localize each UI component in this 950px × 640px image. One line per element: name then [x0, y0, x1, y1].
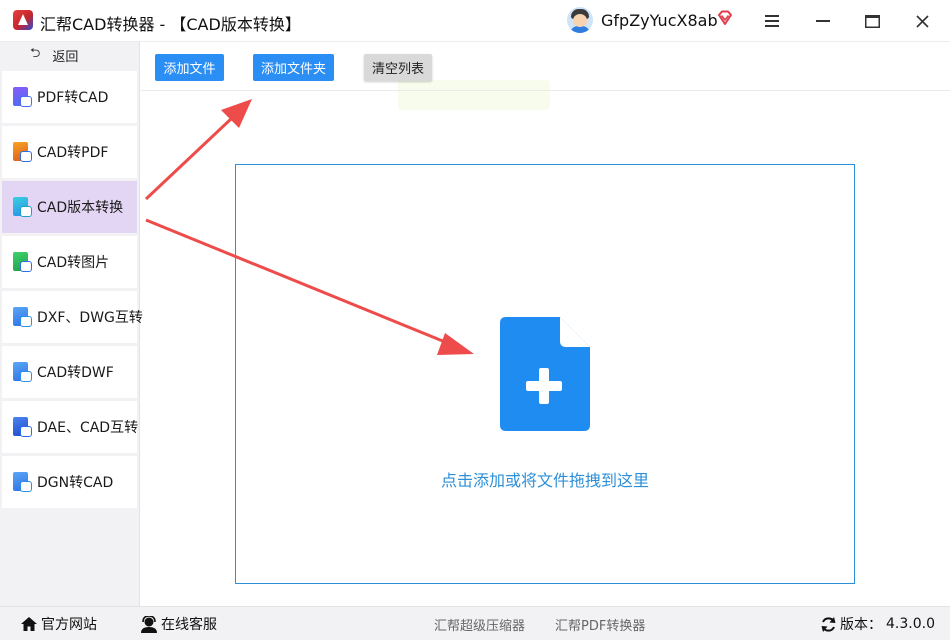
sidebar-item-label: PDF转CAD: [37, 90, 109, 106]
maximize-button[interactable]: [859, 8, 885, 34]
close-icon: [915, 14, 929, 28]
refresh-icon: [821, 616, 836, 632]
online-support-label: 在线客服: [161, 617, 217, 633]
pdf-converter-app-link[interactable]: 汇帮PDF转换器: [555, 607, 645, 640]
window-title: 汇帮CAD转换器 - 【CAD版本转换】: [40, 15, 301, 34]
back-label: 返回: [52, 49, 79, 65]
sidebar-item-label: CAD版本转换: [37, 200, 124, 216]
official-website-label: 官方网站: [41, 617, 97, 633]
annotation-arrowhead-to-add-folder: [221, 99, 252, 128]
sidebar-item-cad-to-image[interactable]: CAD转图片: [2, 236, 137, 288]
sidebar-item-label: CAD转PDF: [37, 145, 109, 161]
cad-to-image-icon: [11, 251, 33, 273]
home-icon: [21, 617, 37, 631]
sidebar-item-cad-version[interactable]: CAD版本转换: [2, 181, 137, 233]
cad-to-pdf-icon: [11, 141, 33, 163]
footer-bar: 官方网站 在线客服 汇帮超级压缩器 汇帮PDF转换器 版本： 4.3.0.0: [0, 606, 950, 640]
minimize-icon: [816, 20, 830, 22]
back-arrow-icon: ⮌: [30, 46, 41, 61]
support-agent-icon: [141, 615, 157, 633]
official-website-link[interactable]: 官方网站: [20, 607, 97, 640]
add-file-button[interactable]: 添加文件: [155, 54, 224, 81]
pdf-to-cad-icon: [11, 86, 33, 108]
minimize-button[interactable]: [810, 8, 836, 34]
faded-overlay: [398, 80, 550, 110]
menu-icon: [765, 15, 779, 27]
vip-diamond-icon[interactable]: [716, 9, 734, 27]
sidebar-item-cad-to-pdf[interactable]: CAD转PDF: [2, 126, 137, 178]
sidebar-item-dgn-to-cad[interactable]: DGN转CAD: [2, 456, 137, 508]
sidebar-item-cad-to-dwf[interactable]: CAD转DWF: [2, 346, 137, 398]
username[interactable]: GfpZyYucX8ab: [601, 11, 718, 30]
menu-button[interactable]: [759, 8, 785, 34]
sidebar-item-dxf-dwg[interactable]: DXF、DWG互转: [2, 291, 143, 343]
sidebar-item-pdf-to-cad[interactable]: PDF转CAD: [2, 71, 137, 123]
dgn-to-cad-icon: [11, 471, 33, 493]
dae-cad-icon: [11, 416, 33, 438]
avatar[interactable]: [567, 7, 593, 33]
sidebar-item-label: CAD转图片: [37, 255, 110, 271]
compressor-app-link[interactable]: 汇帮超级压缩器: [434, 607, 525, 640]
add-folder-button[interactable]: 添加文件夹: [253, 54, 334, 81]
cad-version-icon: [11, 196, 33, 218]
back-button[interactable]: ⮌ 返回: [0, 42, 140, 68]
cad-to-dwf-icon: [11, 361, 33, 383]
version-label: 版本：: [840, 617, 882, 633]
version-info[interactable]: 版本： 4.3.0.0: [820, 607, 935, 640]
sidebar: ⮌ 返回 PDF转CAD CAD转PDF CAD版本转换 CAD转图片 DXF、…: [0, 42, 143, 606]
toolbar-divider: [141, 90, 950, 91]
sidebar-item-label: DGN转CAD: [37, 475, 114, 491]
app-logo-icon: [13, 10, 33, 30]
online-support-link[interactable]: 在线客服: [140, 607, 217, 640]
clear-list-button[interactable]: 清空列表: [364, 54, 432, 81]
annotation-arrow-to-add-folder: [144, 116, 234, 201]
sidebar-item-label: DAE、CAD互转: [37, 420, 139, 436]
sidebar-item-label: CAD转DWF: [37, 365, 114, 381]
maximize-icon: [864, 14, 880, 28]
sidebar-item-dae-cad[interactable]: DAE、CAD互转: [2, 401, 139, 453]
close-button[interactable]: [909, 8, 935, 34]
dxf-dwg-icon: [11, 306, 33, 328]
drop-hint-text: 点击添加或将文件拖拽到这里: [440, 471, 649, 490]
add-file-icon[interactable]: [500, 317, 590, 431]
version-number: 4.3.0.0: [886, 616, 935, 632]
title-bar: 汇帮CAD转换器 - 【CAD版本转换】 GfpZyYucX8ab: [0, 0, 950, 42]
sidebar-item-label: DXF、DWG互转: [37, 310, 143, 326]
